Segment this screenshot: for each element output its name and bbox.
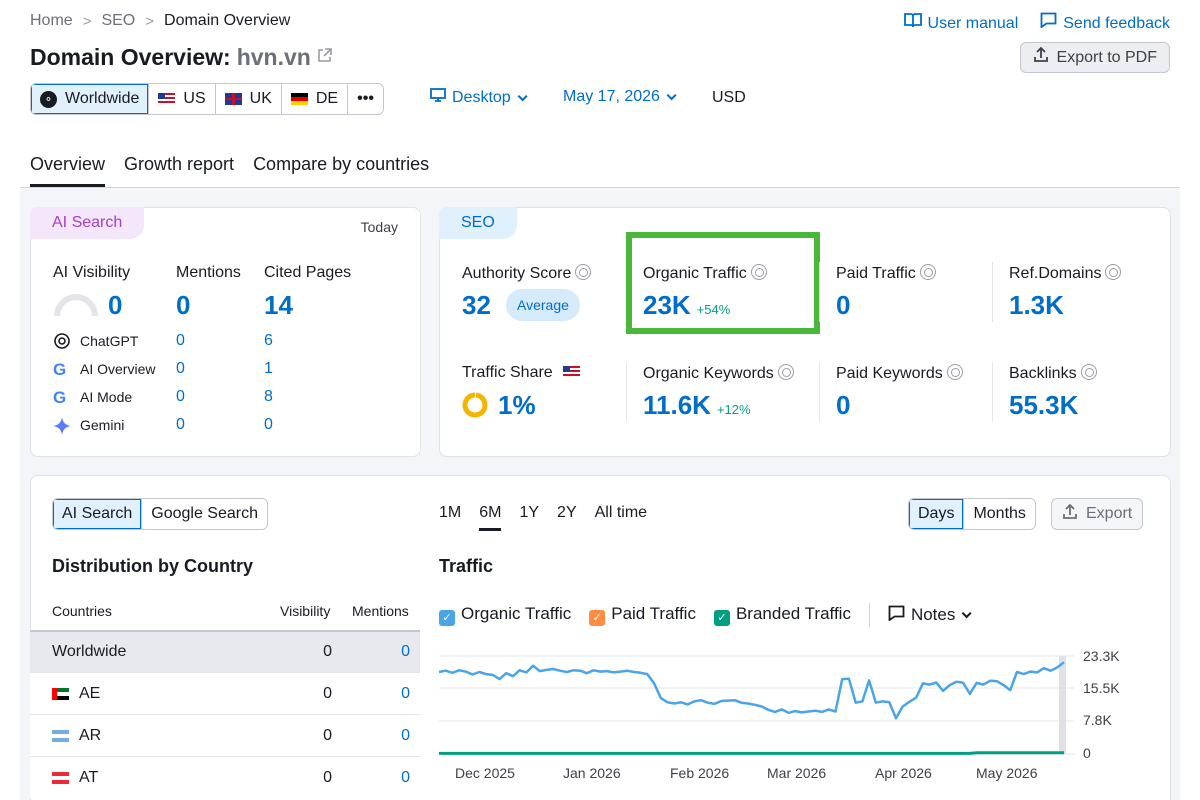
x-tick-label: Dec 2025 <box>455 765 515 781</box>
x-tick-label: Apr 2026 <box>875 765 932 781</box>
y-tick-label: 15.5K <box>1083 680 1120 696</box>
y-tick-label: 0 <box>1083 745 1091 761</box>
x-tick-label: Jan 2026 <box>563 765 621 781</box>
x-tick-label: Feb 2026 <box>670 765 730 781</box>
x-tick-label: May 2026 <box>976 765 1038 781</box>
organic-traffic-line[interactable] <box>438 661 1065 720</box>
y-tick-label: 7.8K <box>1083 712 1112 728</box>
hover-band <box>1059 656 1066 754</box>
traffic-chart <box>438 655 1074 755</box>
x-tick-label: Mar 2026 <box>767 765 827 781</box>
y-tick-label: 23.3K <box>1083 648 1120 664</box>
branded-traffic-line[interactable] <box>439 751 1064 755</box>
